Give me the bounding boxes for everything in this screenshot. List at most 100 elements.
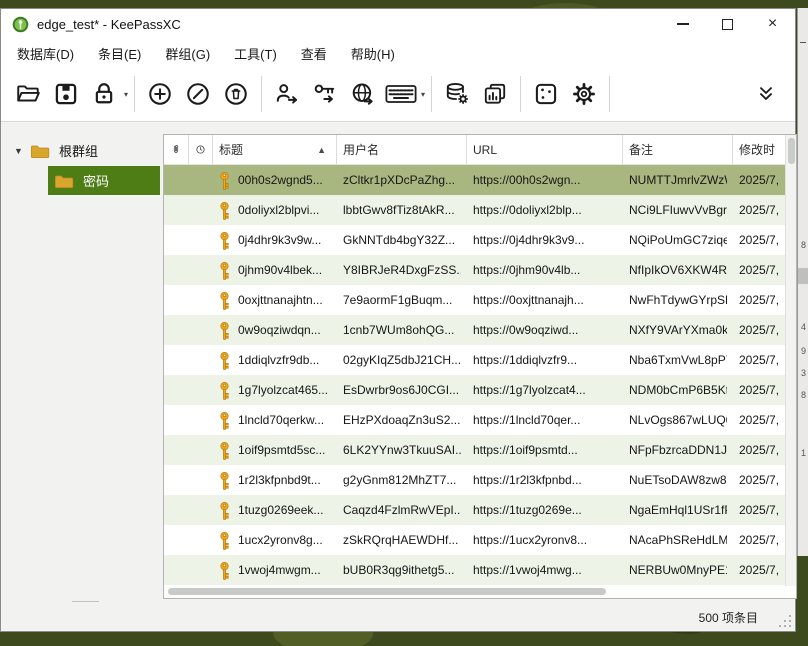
menu-item-groups[interactable]: 群组(G): [153, 40, 222, 67]
attachment-cell: [164, 525, 189, 555]
group-root[interactable]: ▼ 根群组: [2, 137, 163, 164]
url-cell: https://1r2l3kfpnbd...: [467, 465, 623, 495]
lock-icon: [91, 81, 117, 107]
resize-grip[interactable]: [777, 613, 791, 627]
window-title: edge_test* - KeePassXC: [37, 17, 181, 32]
password-generator-button[interactable]: [527, 74, 565, 114]
lock-database-button[interactable]: [85, 74, 123, 114]
cell-text: Y8IBRJeR4DxgFzSS...: [343, 263, 461, 277]
title-bar[interactable]: edge_test* - KeePassXC ×: [1, 9, 795, 39]
menu-item-view[interactable]: 查看: [289, 40, 339, 67]
cell-text: 0jhm90v4lbek...: [238, 263, 322, 277]
open-database-button[interactable]: [9, 74, 47, 114]
entry-row[interactable]: 0jhm90v4lbek...Y8IBRJeR4DxgFzSS...https:…: [164, 255, 787, 285]
cell-text: 2025/7,: [739, 293, 779, 307]
column-header-expiry[interactable]: [189, 135, 213, 164]
key-icon: [216, 531, 233, 550]
save-database-button[interactable]: [47, 74, 85, 114]
copy-password-button[interactable]: [306, 74, 344, 114]
expiry-cell: [189, 195, 213, 225]
autotype-button[interactable]: [382, 74, 420, 114]
notes-cell: Nba6TxmVwL8pP7n...: [623, 345, 733, 375]
entry-row[interactable]: 1lncld70qerkw...EHzPXdoaqZn3uS2...https:…: [164, 405, 787, 435]
column-label: 修改时: [739, 141, 775, 158]
attachment-cell: [164, 375, 189, 405]
column-header-url[interactable]: URL: [467, 135, 623, 164]
vertical-scrollbar-thumb[interactable]: [788, 138, 795, 164]
expand-caret-icon[interactable]: ▼: [14, 146, 30, 156]
add-entry-button[interactable]: [141, 74, 179, 114]
entry-row[interactable]: 1ucx2yronv8g...zSkRQrqHAEWDHf...https://…: [164, 525, 787, 555]
menu-item-tools[interactable]: 工具(T): [222, 40, 289, 67]
entry-row[interactable]: 1vwoj4mwgm...bUB0R3qg9ithetg5...https://…: [164, 555, 787, 585]
toolbar-separator: [431, 76, 432, 112]
cell-text: 1g7lyolzcat465...: [238, 383, 328, 397]
cell-text: https://1lncld70qer...: [473, 413, 580, 427]
notes-cell: NLvOgs867wLUQ0...: [623, 405, 733, 435]
username-cell: 6LK2YYnw3TkuuSAI...: [337, 435, 467, 465]
sort-ascending-icon: ▲: [317, 145, 330, 155]
cell-text: 2025/7,: [739, 233, 779, 247]
column-header-username[interactable]: 用户名: [337, 135, 467, 164]
url-cell: https://1oif9psmtd...: [467, 435, 623, 465]
cell-text: Caqzd4FzlmRwVEpI...: [343, 503, 461, 517]
minimize-button[interactable]: [660, 9, 705, 39]
entry-row[interactable]: 00h0s2wgnd5...zCltkr1pXDcPaZhg...https:/…: [164, 165, 787, 195]
cell-text: zCltkr1pXDcPaZhg...: [343, 173, 455, 187]
cell-text: NQiPoUmGC7ziqel...: [629, 233, 727, 247]
cell-text: EHzPXdoaqZn3uS2...: [343, 413, 460, 427]
dropdown-arrow-icon[interactable]: ▾: [124, 90, 128, 99]
entry-row[interactable]: 0w9oqziwdqn...1cnb7WUm8ohQG...https://0w…: [164, 315, 787, 345]
cell-text: 2025/7,: [739, 413, 779, 427]
notes-cell: NAcaPhSReHdLMQ...: [623, 525, 733, 555]
cell-text: 02gyKIqZ5dbJ21CH...: [343, 353, 461, 367]
expiry-cell: [189, 315, 213, 345]
keepassxc-logo-icon: [12, 16, 29, 33]
menu-item-help[interactable]: 帮助(H): [339, 40, 407, 67]
cell-text: NXfY9VArYXma0k2...: [629, 323, 727, 337]
username-cell: zSkRQrqHAEWDHf...: [337, 525, 467, 555]
menu-item-entries[interactable]: 条目(E): [86, 40, 153, 67]
column-header-title[interactable]: 标题▲: [213, 135, 337, 164]
entry-row[interactable]: 1ddiqlvzfr9db...02gyKIqZ5dbJ21CH...https…: [164, 345, 787, 375]
entry-row[interactable]: 0j4dhr9k3v9w...GkNNTdb4bgY32Z...https://…: [164, 225, 787, 255]
edit-entry-button[interactable]: [179, 74, 217, 114]
cell-text: 1vwoj4mwgm...: [238, 563, 321, 577]
title-cell: 0j4dhr9k3v9w...: [213, 225, 337, 255]
reports-button[interactable]: [476, 74, 514, 114]
occluded-window-text: 8: [801, 390, 806, 400]
horizontal-scrollbar-thumb[interactable]: [168, 588, 606, 595]
delete-entry-button[interactable]: [217, 74, 255, 114]
cell-text: 2025/7,: [739, 383, 779, 397]
entry-row[interactable]: 1tuzg0269eek...Caqzd4FzlmRwVEpI...https:…: [164, 495, 787, 525]
close-button[interactable]: ×: [750, 9, 795, 39]
dropdown-arrow-icon[interactable]: ▾: [421, 90, 425, 99]
entry-row[interactable]: 1oif9psmtd5sc...6LK2YYnw3TkuuSAI...https…: [164, 435, 787, 465]
settings-button[interactable]: [565, 74, 603, 114]
notes-cell: NCi9LFIuwvVvBgrV...: [623, 195, 733, 225]
title-cell: 1vwoj4mwgm...: [213, 555, 337, 585]
vertical-scrollbar[interactable]: [785, 135, 796, 586]
entry-row[interactable]: 0doliyxl2blpvi...lbbtGwv8fTiz8tAkR...htt…: [164, 195, 787, 225]
entry-row[interactable]: 1r2l3kfpnbd9t...g2yGnm812MhZT7...https:/…: [164, 465, 787, 495]
column-header-modified[interactable]: 修改时: [733, 135, 787, 164]
cell-text: 2025/7,: [739, 563, 779, 577]
group-passwords[interactable]: 密码: [48, 166, 160, 195]
entry-row[interactable]: 1g7lyolzcat465...EsDwrbr9os6J0CGI...http…: [164, 375, 787, 405]
cell-text: Nba6TxmVwL8pP7n...: [629, 353, 727, 367]
attachment-cell: [164, 465, 189, 495]
horizontal-scrollbar[interactable]: [164, 586, 785, 598]
cell-text: g2yGnm812MhZT7...: [343, 473, 456, 487]
maximize-button[interactable]: [705, 9, 750, 39]
splitter-handle[interactable]: [72, 601, 99, 602]
copy-username-button[interactable]: [268, 74, 306, 114]
menu-item-database[interactable]: 数据库(D): [5, 40, 86, 67]
database-settings-button[interactable]: [438, 74, 476, 114]
column-header-attachment[interactable]: [164, 135, 189, 164]
entry-row[interactable]: 0oxjttnanajhtn...7e9aormF1gBuqm...https:…: [164, 285, 787, 315]
copy-url-button[interactable]: [344, 74, 382, 114]
toolbar-expand-button[interactable]: [749, 75, 783, 115]
cell-text: bUB0R3qg9ithetg5...: [343, 563, 454, 577]
column-header-notes[interactable]: 备注: [623, 135, 733, 164]
username-cell: GkNNTdb4bgY32Z...: [337, 225, 467, 255]
